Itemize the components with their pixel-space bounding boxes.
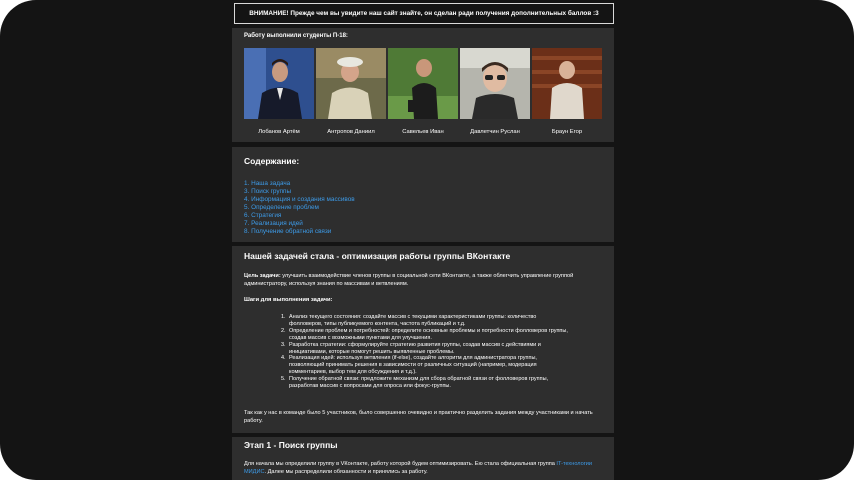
team-section: Работу выполнили студенты П-18: Лобанов … (232, 28, 614, 142)
task-goal: Цель задачи: улучшить взаимодействие чле… (244, 273, 604, 288)
goal-label: Цель задачи: (244, 273, 281, 279)
toc-link-feedback[interactable]: 8. Получение обратной связи (244, 228, 355, 236)
task-title: Нашей задачей стала - оптимизация работы… (244, 251, 511, 261)
toc-link-strategy[interactable]: 6. Стратегия (244, 212, 355, 220)
member-name: Давлетчин Руслан (470, 129, 520, 135)
screen: ВНИМАНИЕ! Прежде чем вы увидите наш сайт… (0, 0, 854, 480)
stage1-title: Этап 1 - Поиск группы (244, 440, 338, 450)
team-names: Лобанов Артём Антропов Даниил Савельев И… (244, 129, 602, 135)
steps-list: 1. Анализ текущего состояния: создайте ма… (281, 314, 571, 390)
content-column: ВНИМАНИЕ! Прежде чем вы увидите наш сайт… (232, 0, 614, 480)
task-section: Нашей задачей стала - оптимизация работы… (232, 246, 614, 433)
step-item: 4. Реализация идей: используя ветвления (… (281, 355, 537, 376)
member-name: Антропов Даниил (327, 129, 375, 135)
toc-link-arrays[interactable]: 4. Информация и создания массивов (244, 196, 355, 204)
member-photo (532, 48, 602, 119)
stage1-section: Этап 1 - Поиск группы Для начала мы опре… (232, 437, 614, 480)
toc-title: Содержание: (244, 156, 300, 166)
stage1-text: Для начала мы определили группу в VКонта… (244, 461, 593, 475)
team-title: Работу выполнили студенты П-18: (244, 33, 348, 39)
team-photos (244, 48, 602, 119)
goal-text: улучшить взаимодействие членов группы в … (244, 273, 574, 287)
member-photo (316, 48, 386, 119)
toc-link-problems[interactable]: 5. Определение проблем (244, 204, 355, 212)
warning-banner: ВНИМАНИЕ! Прежде чем вы увидите наш сайт… (234, 3, 614, 24)
toc-section: Содержание: 1. Наша задача 3. Поиск груп… (232, 147, 614, 242)
step-item: 5. Получение обратной связи: предложите м… (281, 376, 549, 390)
member-photo (388, 48, 458, 119)
toc-list: 1. Наша задача 3. Поиск группы 4. Информ… (244, 180, 355, 236)
step-item: 2. Определение проблем и потребностей: оп… (281, 327, 568, 341)
toc-link-ideas[interactable]: 7. Реализация идей (244, 220, 355, 228)
device-frame: ВНИМАНИЕ! Прежде чем вы увидите наш сайт… (0, 0, 854, 480)
step-item: 3. Разработка стратегии: сформулируйте ст… (281, 341, 541, 355)
member-name: Лобанов Артём (258, 129, 300, 135)
step-item: 1. Анализ текущего состояния: создайте ма… (281, 314, 537, 327)
member-photo (244, 48, 314, 119)
member-name: Савельев Иван (402, 129, 444, 135)
steps-title: Шаги для выполнения задачи: (244, 297, 333, 303)
toc-link-task[interactable]: 1. Наша задача (244, 180, 355, 188)
toc-link-search[interactable]: 3. Поиск группы (244, 188, 355, 196)
task-conclusion: Так как у нас в команде было 5 участнико… (244, 410, 593, 424)
member-photo (460, 48, 530, 119)
member-name: Браун Егор (551, 129, 583, 135)
